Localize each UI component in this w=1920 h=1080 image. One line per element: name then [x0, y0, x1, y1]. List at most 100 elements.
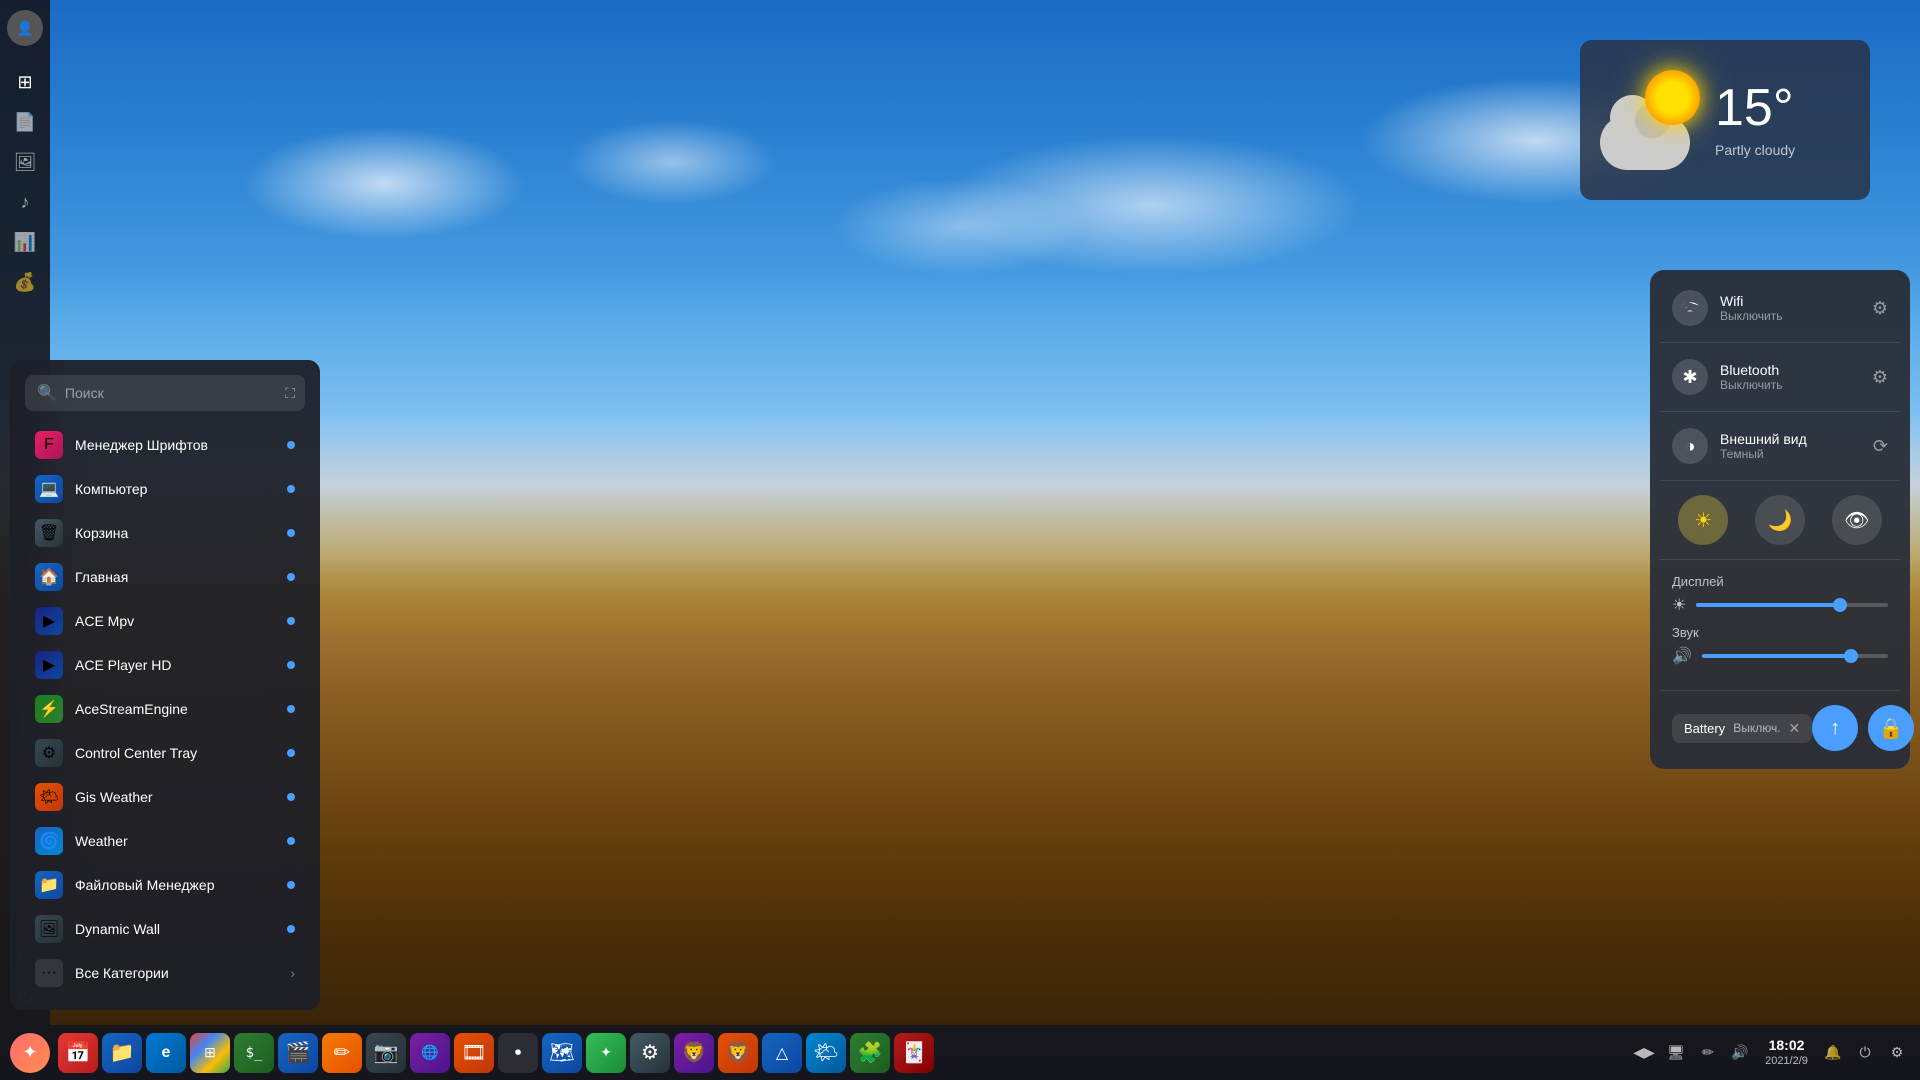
night-mode-toggle[interactable]: 🌙: [1755, 495, 1805, 545]
weather-info: 15° Partly cloudy: [1715, 82, 1795, 158]
sidebar-data[interactable]: 📊: [7, 224, 43, 260]
upload-button[interactable]: ↑: [1812, 705, 1858, 751]
weather-description: Partly cloudy: [1715, 142, 1795, 158]
new-dot: [287, 837, 295, 845]
all-categories-label: Все Категории: [75, 965, 278, 981]
weather-app-icon: 🌀: [35, 827, 63, 855]
wifi-info: Wifi Выключить: [1720, 293, 1872, 323]
battery-close-icon[interactable]: ✕: [1789, 720, 1801, 737]
start-icon: ✦: [22, 1042, 37, 1063]
taskbar-app-manjaro[interactable]: ✦: [586, 1033, 626, 1073]
taskbar-app-editor[interactable]: ✏: [322, 1033, 362, 1073]
sidebar-photos[interactable]: 🖼: [7, 144, 43, 180]
taskbar-app-files[interactable]: 📁: [102, 1033, 142, 1073]
taskbar-app-terminal[interactable]: $_: [234, 1033, 274, 1073]
eye-comfort-toggle[interactable]: 👁: [1832, 495, 1882, 545]
appearance-status: Темный: [1720, 447, 1873, 461]
search-input[interactable]: [65, 385, 293, 401]
tray-power-icon[interactable]: ⏻: [1852, 1039, 1878, 1065]
taskbar-app-brave[interactable]: 🦁: [718, 1033, 758, 1073]
separator: [1660, 690, 1900, 691]
menu-item-control-center[interactable]: ⚙ Control Center Tray: [25, 731, 305, 775]
taskbar-app-browser[interactable]: e: [146, 1033, 186, 1073]
tray-display-icon[interactable]: 🖥: [1663, 1039, 1689, 1065]
tray-prev-next[interactable]: ◀▶: [1631, 1039, 1657, 1065]
appearance-control[interactable]: ◑ Внешний вид Темный ⟳: [1660, 418, 1900, 474]
taskbar-app-card[interactable]: 🃏: [894, 1033, 934, 1073]
lock-button[interactable]: 🔒: [1868, 705, 1914, 751]
menu-item-font-manager[interactable]: F Менеджер Шрифтов: [25, 423, 305, 467]
user-avatar[interactable]: 👤: [7, 10, 43, 46]
new-dot: [287, 441, 295, 449]
tray-pen-icon[interactable]: ✏: [1695, 1039, 1721, 1065]
start-button[interactable]: ✦: [10, 1033, 50, 1073]
tray-settings-icon[interactable]: ⚙: [1884, 1039, 1910, 1065]
volume-thumb[interactable]: [1844, 649, 1858, 663]
brightness-thumb[interactable]: [1833, 598, 1847, 612]
taskbar-app-calendar[interactable]: 📅: [58, 1033, 98, 1073]
brightness-toggle[interactable]: ☀: [1678, 495, 1728, 545]
appearance-settings-icon[interactable]: ⟳: [1873, 436, 1888, 457]
ace-mpv-label: ACE Mpv: [75, 613, 275, 629]
weather-temperature: 15°: [1715, 82, 1794, 134]
dynamic-wall-icon: 🖼: [35, 915, 63, 943]
sound-label: Звук: [1672, 625, 1888, 640]
taskbar-app-settings[interactable]: ⚙: [630, 1033, 670, 1073]
acestream-icon: ⚡: [35, 695, 63, 723]
taskbar-app-weather[interactable]: 🌤: [806, 1033, 846, 1073]
menu-item-ace-mpv[interactable]: ▶ ACE Mpv: [25, 599, 305, 643]
taskbar-app-lion[interactable]: 🦁: [674, 1033, 714, 1073]
expand-icon[interactable]: ⛶: [285, 385, 295, 402]
bluetooth-status: Выключить: [1720, 378, 1872, 392]
file-manager-icon: 📁: [35, 871, 63, 899]
weather-widget[interactable]: 15° Partly cloudy: [1580, 40, 1870, 200]
search-bar[interactable]: 🔍 ⛶: [25, 375, 305, 411]
wifi-settings-icon[interactable]: ⚙: [1872, 298, 1888, 319]
bluetooth-control[interactable]: ✱ Bluetooth Выключить ⚙: [1660, 349, 1900, 405]
bluetooth-settings-icon[interactable]: ⚙: [1872, 367, 1888, 388]
wifi-control[interactable]: Wifi Выключить ⚙: [1660, 280, 1900, 336]
taskbar-app-kdenlive[interactable]: 🎬: [278, 1033, 318, 1073]
sidebar-money[interactable]: 💰: [7, 264, 43, 300]
sidebar-apps-grid[interactable]: ⊞: [7, 64, 43, 100]
separator: [1660, 480, 1900, 481]
bluetooth-label: Bluetooth: [1720, 362, 1872, 378]
tray-volume-icon[interactable]: 🔊: [1727, 1039, 1753, 1065]
taskbar-app-ms[interactable]: ⊞: [190, 1033, 230, 1073]
menu-item-dynamic-wall[interactable]: 🖼 Dynamic Wall: [25, 907, 305, 951]
trash-label: Корзина: [75, 525, 275, 541]
weather-icon: [1600, 70, 1700, 170]
taskbar-app-obs[interactable]: ⏺: [498, 1033, 538, 1073]
taskbar-app-camera[interactable]: 📷: [366, 1033, 406, 1073]
volume-track[interactable]: [1702, 654, 1888, 658]
taskbar-app-browser2[interactable]: 🌐: [410, 1033, 450, 1073]
menu-item-trash[interactable]: 🗑 Корзина: [25, 511, 305, 555]
tray-notification-bell[interactable]: 🔔: [1820, 1039, 1846, 1065]
sidebar-music[interactable]: ♪: [7, 184, 43, 220]
menu-item-gis-weather[interactable]: 🌤 Gis Weather: [25, 775, 305, 819]
separator: [1660, 559, 1900, 560]
taskbar-app-addon[interactable]: 🧩: [850, 1033, 890, 1073]
menu-item-all-categories[interactable]: ··· Все Категории ›: [25, 951, 305, 995]
weather-sun-icon: [1645, 70, 1700, 125]
menu-item-file-manager[interactable]: 📁 Файловый Менеджер: [25, 863, 305, 907]
brightness-track[interactable]: [1696, 603, 1888, 607]
menu-item-weather[interactable]: 🌀 Weather: [25, 819, 305, 863]
tray-clock[interactable]: 18:02 2021/2/9: [1759, 1036, 1814, 1068]
new-dot: [287, 925, 295, 933]
taskbar-app-arch[interactable]: △: [762, 1033, 802, 1073]
menu-item-computer[interactable]: 💻 Компьютер: [25, 467, 305, 511]
menu-item-acestream[interactable]: ⚡ AceStreamEngine: [25, 687, 305, 731]
battery-info: Battery Выключ. ✕: [1672, 714, 1812, 743]
separator: [1660, 411, 1900, 412]
menu-item-home[interactable]: 🏠 Главная: [25, 555, 305, 599]
taskbar-app-maps[interactable]: 🗺: [542, 1033, 582, 1073]
appearance-icon: ◑: [1672, 428, 1708, 464]
sidebar-recent-docs[interactable]: 📄: [7, 104, 43, 140]
clock-date: 2021/2/9: [1759, 1054, 1814, 1068]
menu-item-ace-player[interactable]: ▶ ACE Player HD: [25, 643, 305, 687]
new-dot: [287, 881, 295, 889]
taskbar-app-gaupol[interactable]: 🎞: [454, 1033, 494, 1073]
arrow-icon: ›: [290, 965, 295, 981]
brightness-slider-row: ☀: [1672, 595, 1888, 615]
